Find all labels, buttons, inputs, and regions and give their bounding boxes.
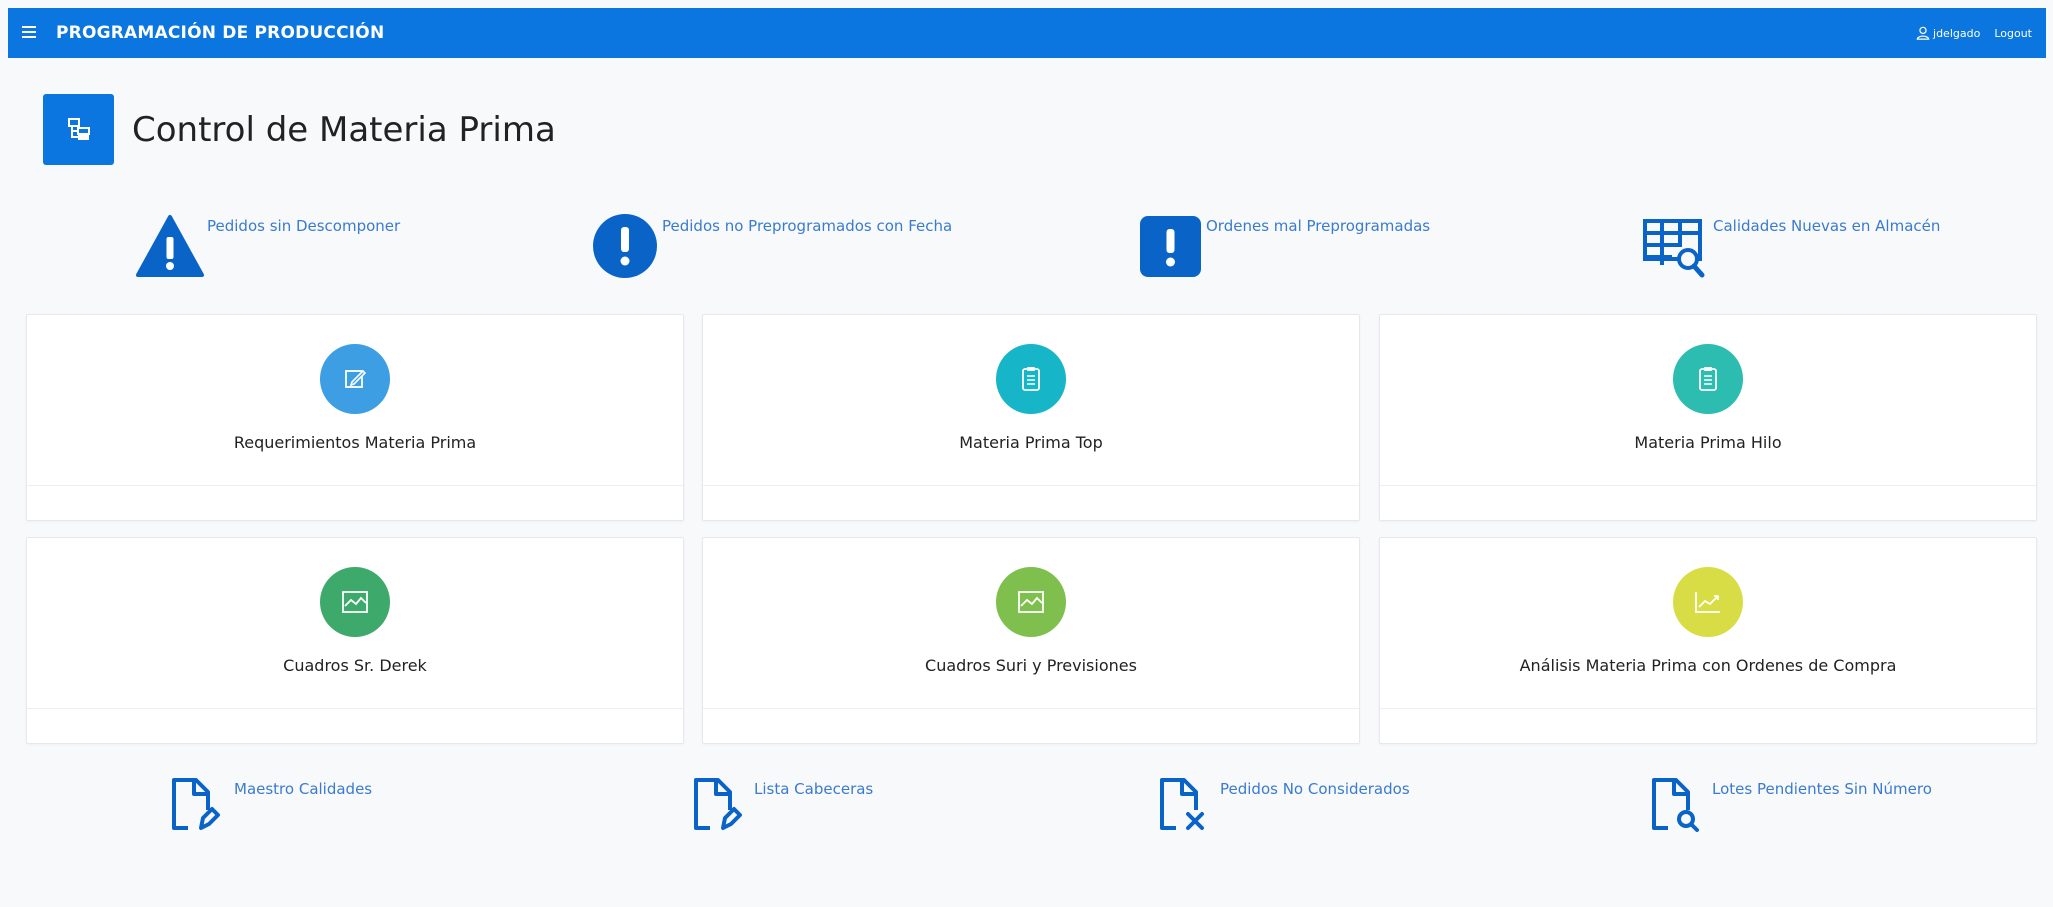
- username-link[interactable]: jdelgado: [1933, 27, 1980, 40]
- file-edit-icon: [172, 778, 220, 830]
- card-requerimientos-materia-prima[interactable]: Requerimientos Materia Prima: [26, 314, 684, 521]
- link-label: Maestro Calidades: [234, 780, 373, 798]
- clipboard-icon: [996, 344, 1066, 414]
- link-label: Pedidos sin Descomponer: [207, 217, 401, 235]
- card-cuadros-suri-previsiones[interactable]: Cuadros Suri y Previsiones: [702, 537, 1360, 744]
- file-search-icon: [1652, 778, 1699, 832]
- file-x-icon: [1160, 778, 1204, 830]
- warning-triangle-icon: [136, 215, 204, 277]
- card-label: Requerimientos Materia Prima: [233, 433, 477, 452]
- card-analisis-materia-prima[interactable]: Análisis Materia Prima con Ordenes de Co…: [1379, 537, 2037, 744]
- logout-link[interactable]: Logout: [1994, 27, 2032, 40]
- area-chart-icon: [320, 567, 390, 637]
- card-label: Cuadros Sr. Derek: [283, 656, 427, 675]
- exclamation-square-icon: [1140, 216, 1201, 277]
- menu-icon[interactable]: [22, 26, 42, 40]
- card-label: Análisis Materia Prima con Ordenes de Co…: [1519, 656, 1897, 675]
- card-materia-prima-top[interactable]: Materia Prima Top: [702, 314, 1360, 521]
- link-label: Calidades Nuevas en Almacén: [1713, 217, 1941, 235]
- card-label: Cuadros Suri y Previsiones: [925, 656, 1137, 675]
- link-ordenes-mal-preprogramadas[interactable]: Ordenes mal Preprogramadas: [1139, 213, 1479, 283]
- top-navigation-bar: PROGRAMACIÓN DE PRODUCCIÓN jdelgado Logo…: [8, 8, 2046, 58]
- link-pedidos-no-considerados[interactable]: Pedidos No Considerados: [1156, 774, 1476, 850]
- link-label: Ordenes mal Preprogramadas: [1206, 217, 1431, 235]
- link-lista-cabeceras[interactable]: Lista Cabeceras: [690, 774, 950, 850]
- app-title[interactable]: PROGRAMACIÓN DE PRODUCCIÓN: [56, 23, 384, 43]
- card-label: Materia Prima Hilo: [1634, 433, 1782, 452]
- link-pedidos-sin-descomponer[interactable]: Pedidos sin Descomponer: [135, 213, 435, 283]
- file-edit-icon: [694, 778, 742, 830]
- card-footer-divider: [703, 708, 1359, 709]
- page-title: Control de Materia Prima: [132, 110, 556, 150]
- exclamation-circle-icon: [593, 214, 657, 278]
- clipboard-icon: [1673, 344, 1743, 414]
- link-pedidos-no-preprogramados[interactable]: Pedidos no Preprogramados con Fecha: [592, 213, 1012, 283]
- link-maestro-calidades[interactable]: Maestro Calidades: [168, 774, 428, 850]
- card-materia-prima-hilo[interactable]: Materia Prima Hilo: [1379, 314, 2037, 521]
- card-footer-divider: [1380, 708, 2036, 709]
- link-lotes-pendientes[interactable]: Lotes Pendientes Sin Número: [1648, 774, 1988, 850]
- user-icon[interactable]: [1916, 26, 1930, 40]
- table-search-icon: [1643, 219, 1705, 278]
- card-label: Materia Prima Top: [959, 433, 1103, 452]
- link-label: Pedidos no Preprogramados con Fecha: [662, 217, 953, 235]
- link-label: Lista Cabeceras: [754, 780, 874, 798]
- sitemap-icon: [43, 94, 114, 165]
- link-label: Pedidos No Considerados: [1220, 780, 1410, 798]
- card-footer-divider: [27, 708, 683, 709]
- card-cuadros-sr-derek[interactable]: Cuadros Sr. Derek: [26, 537, 684, 744]
- user-area: jdelgado Logout: [1916, 26, 2032, 40]
- line-chart-icon: [1673, 567, 1743, 637]
- card-footer-divider: [703, 485, 1359, 486]
- card-footer-divider: [1380, 485, 2036, 486]
- edit-icon: [320, 344, 390, 414]
- card-footer-divider: [27, 485, 683, 486]
- link-label: Lotes Pendientes Sin Número: [1712, 780, 1932, 798]
- area-chart-icon: [996, 567, 1066, 637]
- link-calidades-nuevas[interactable]: Calidades Nuevas en Almacén: [1642, 213, 1982, 283]
